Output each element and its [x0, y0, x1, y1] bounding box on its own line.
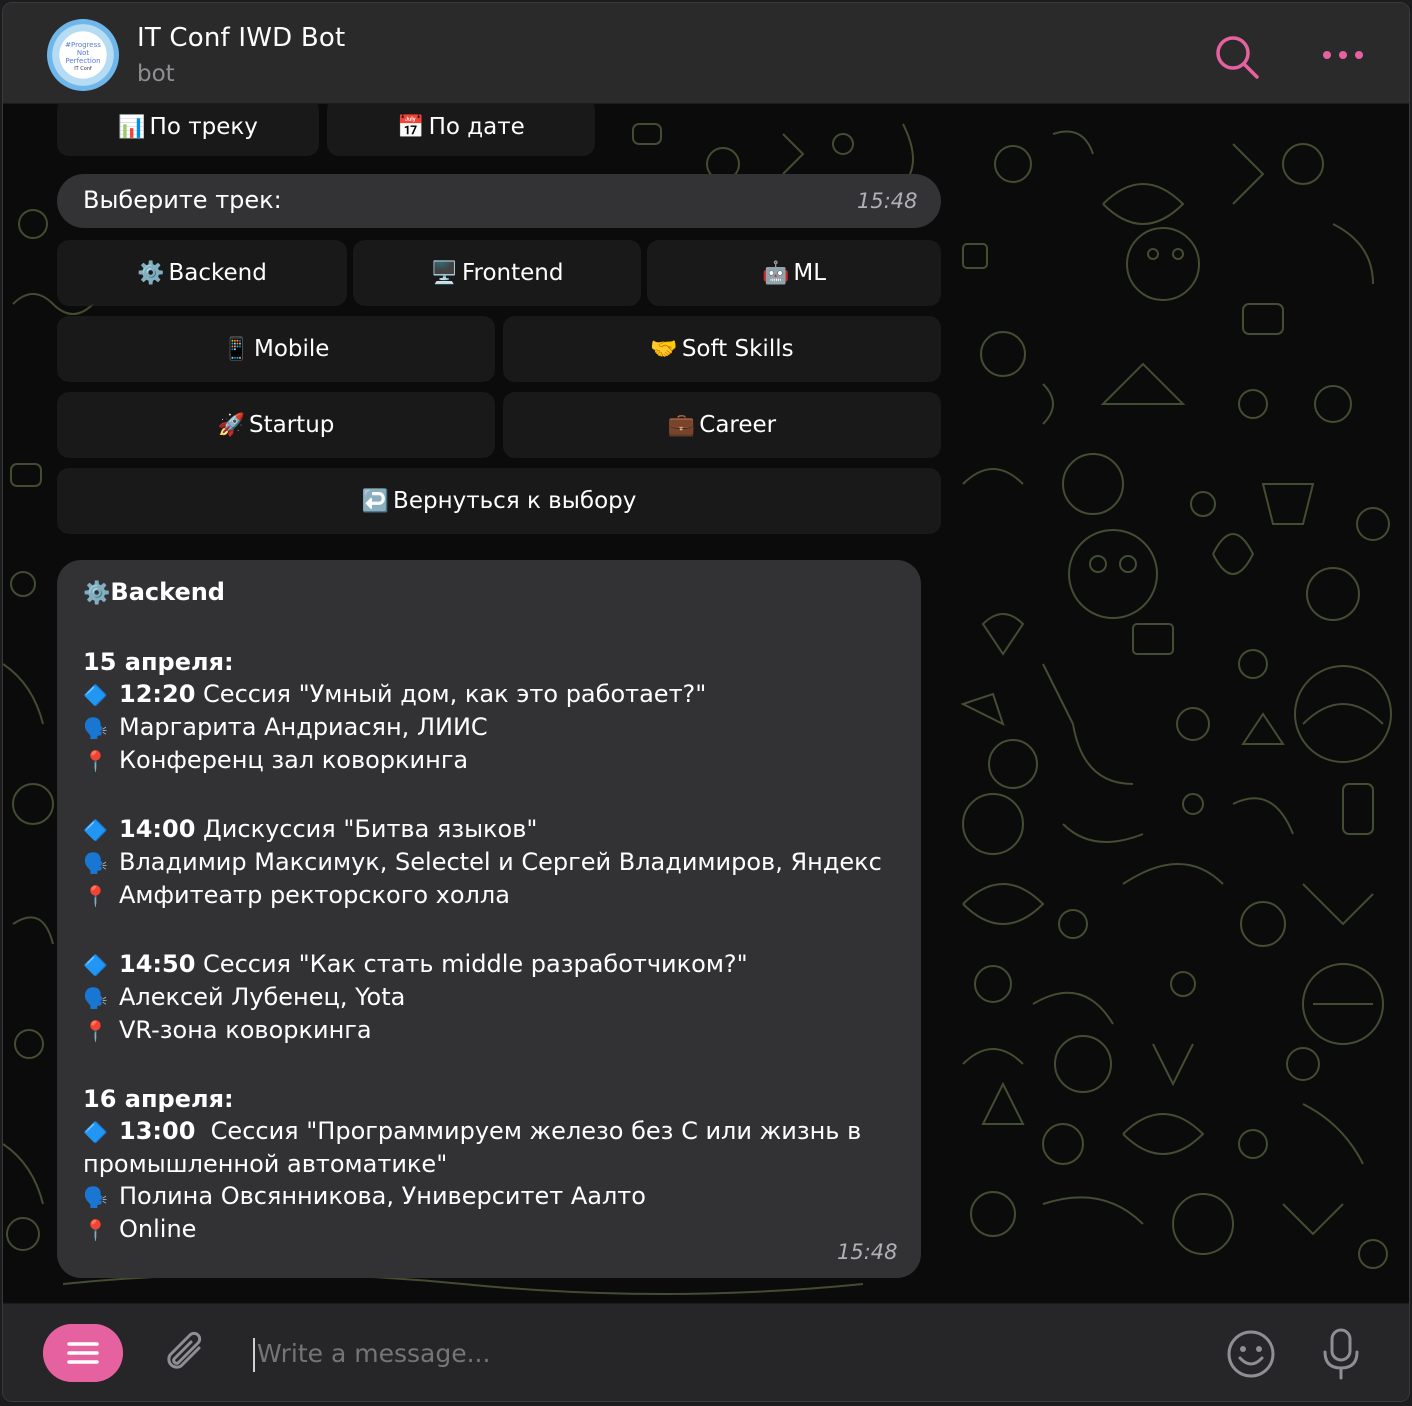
search-icon[interactable]	[1211, 31, 1263, 83]
day-heading: 16 апреля:	[83, 1085, 234, 1113]
session-speaker: Алексей Лубенец, Yota	[119, 983, 406, 1011]
by-date-button[interactable]: 📅 По дате	[327, 104, 595, 156]
prompt-message: Выберите трек: 15:48	[57, 174, 941, 228]
track-label: Mobile	[253, 336, 330, 362]
day-heading: 15 апреля:	[83, 648, 234, 676]
more-icon[interactable]	[1321, 43, 1365, 67]
emoji-icon[interactable]	[1225, 1328, 1277, 1380]
speaker-icon: 🗣️	[83, 716, 108, 740]
robot-icon: 🤖	[761, 260, 790, 286]
diamond-icon: 🔷	[83, 1120, 108, 1144]
diamond-icon: 🔷	[83, 683, 108, 707]
rocket-icon: 🚀	[217, 412, 246, 438]
menu-icon[interactable]	[43, 1324, 123, 1382]
pin-icon: 📍	[83, 884, 108, 908]
track-button-backend[interactable]: ⚙️ Backend	[57, 240, 347, 306]
session-time: 14:00	[119, 815, 196, 843]
session-place: Амфитеатр ректорского холла	[119, 881, 510, 909]
pin-icon: 📍	[83, 749, 108, 773]
speaker-icon: 🗣️	[83, 1185, 108, 1209]
desktop-icon: 🖥️	[430, 260, 458, 286]
schedule-text: ⚙️Backend 15 апреля: 🔷 12:20 Сессия "Умны…	[83, 576, 903, 1246]
track-button-soft-skills[interactable]: 🤝 Soft Skills	[503, 316, 941, 382]
telegram-window: #Progress Not Perfection IT Conf IT Conf…	[2, 2, 1410, 1402]
session-place: VR-зона коворкинга	[119, 1016, 372, 1044]
session-title: Дискуссия "Битва языков"	[203, 815, 538, 843]
track-label: Backend	[168, 260, 267, 286]
session-speaker: Маргарита Андриасян, ЛИИС	[119, 713, 488, 741]
session-title: Сессия "Как стать middle разработчиком?"	[203, 950, 748, 978]
speaker-icon: 🗣️	[83, 986, 108, 1010]
track-label: ML	[793, 260, 827, 286]
speaker-icon: 🗣️	[83, 851, 108, 875]
track-button-mobile[interactable]: 📱 Mobile	[57, 316, 495, 382]
session-time: 14:50	[119, 950, 196, 978]
by-track-label: По треку	[149, 114, 258, 140]
calendar-icon: 📅	[397, 114, 425, 140]
phone-icon: 📱	[222, 336, 250, 362]
back-label: Вернуться к выбору	[393, 488, 637, 514]
schedule-heading: Backend	[110, 578, 225, 606]
chat-subtitle: bot	[137, 61, 175, 87]
prompt-text: Выберите трек:	[83, 186, 282, 214]
session-title: Сессия "Программируем железо без С или ж…	[83, 1117, 862, 1178]
chat-area[interactable]: 📊 По треку 📅 По дате Выберите трек: 15:4…	[3, 104, 1409, 1302]
pin-icon: 📍	[83, 1218, 108, 1242]
track-button-ml[interactable]: 🤖 ML	[647, 240, 941, 306]
track-button-startup[interactable]: 🚀 Startup	[57, 392, 495, 458]
gear-icon: ⚙️	[83, 581, 111, 606]
session-place: Конференц зал коворкинга	[119, 746, 469, 774]
session-speaker: Владимир Максимук, Selectel и Сергей Вла…	[119, 848, 882, 876]
message-time: 15:48	[857, 189, 918, 213]
back-to-choice-button[interactable]: ↩️ Вернуться к выбору	[57, 468, 941, 534]
message-time: 15:48	[837, 1240, 898, 1264]
track-label: Frontend	[461, 260, 564, 286]
track-label: Career	[699, 412, 777, 438]
session-title: Сессия "Умный дом, как это работает?"	[203, 680, 707, 708]
message-input[interactable]	[253, 1332, 1161, 1376]
pin-icon: 📍	[83, 1019, 108, 1043]
chat-title[interactable]: IT Conf IWD Bot	[137, 23, 345, 53]
diamond-icon: 🔷	[83, 953, 108, 977]
schedule-message: ⚙️Backend 15 апреля: 🔷 12:20 Сессия "Умны…	[57, 560, 921, 1278]
session-time: 12:20	[119, 680, 196, 708]
mic-icon[interactable]	[1319, 1326, 1363, 1382]
track-label: Startup	[249, 412, 335, 438]
diamond-icon: 🔷	[83, 818, 108, 842]
session-time: 13:00	[119, 1117, 196, 1145]
handshake-icon: 🤝	[650, 336, 678, 362]
return-arrow-icon: ↩️	[361, 488, 390, 514]
attach-icon[interactable]	[159, 1328, 211, 1380]
track-button-career[interactable]: 💼 Career	[503, 392, 941, 458]
bot-avatar[interactable]: #Progress Not Perfection IT Conf	[47, 19, 119, 91]
track-label: Soft Skills	[681, 336, 794, 362]
avatar-logo: #Progress Not Perfection IT Conf	[65, 41, 101, 72]
by-track-button[interactable]: 📊 По треку	[57, 104, 319, 156]
briefcase-icon: 💼	[667, 412, 696, 438]
chart-icon: 📊	[118, 114, 146, 140]
session-speaker: Полина Овсянникова, Университет Аалто	[119, 1182, 646, 1210]
gear-icon: ⚙️	[137, 260, 165, 286]
message-composer	[3, 1303, 1409, 1401]
chat-header: #Progress Not Perfection IT Conf IT Conf…	[3, 3, 1409, 104]
track-button-frontend[interactable]: 🖥️ Frontend	[353, 240, 641, 306]
by-date-label: По дате	[428, 114, 525, 140]
session-place: Online	[119, 1215, 197, 1243]
